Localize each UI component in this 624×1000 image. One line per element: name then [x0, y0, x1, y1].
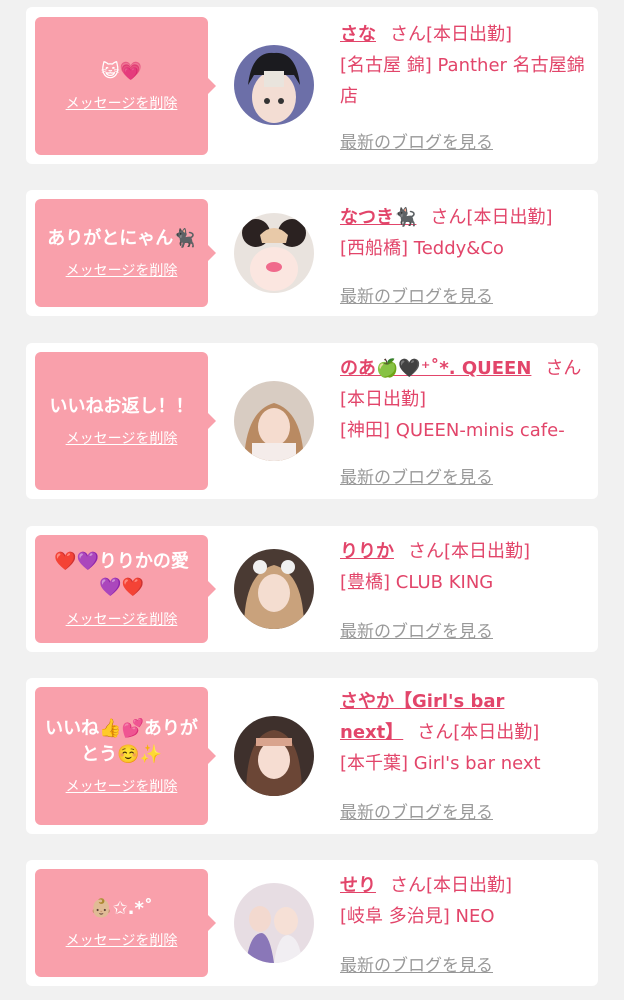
- message-bubble: ありがとにゃん🐈‍⬛ メッセージを削除: [35, 199, 216, 307]
- blog-link[interactable]: 最新のブログを見る: [340, 617, 493, 642]
- shop-text: [豊橋] CLUB KING: [340, 572, 494, 593]
- delete-message-link[interactable]: メッセージを削除: [66, 260, 178, 280]
- message-bubble: ❤️💜りりかの愛💜❤️ メッセージを削除: [35, 535, 216, 643]
- girl-name-link[interactable]: せり: [340, 875, 376, 896]
- girl-info: なつき🐈‍⬛ さん[本日出勤] [西船橋] Teddy&Co: [340, 202, 590, 264]
- message-text: ❤️💜りりかの愛💜❤️: [54, 551, 189, 598]
- shop-text: [西船橋] Teddy&Co: [340, 238, 504, 259]
- blog-link[interactable]: 最新のブログを見る: [340, 128, 493, 153]
- shop-text: [神田] QUEEN-minis cafe-: [340, 420, 565, 441]
- blog-link[interactable]: 最新のブログを見る: [340, 951, 493, 976]
- message-text: いいねお返し！！: [49, 396, 194, 417]
- status-text: さん[本日出勤]: [390, 24, 513, 45]
- girl-info: さやか【Girl's bar next】 さん[本日出勤] [本千葉] Girl'…: [340, 686, 590, 779]
- message-card: ありがとにゃん🐈‍⬛ メッセージを削除 なつき🐈‍⬛ さん[本日出勤] [西船橋]…: [26, 190, 598, 316]
- message-text: ありがとにゃん🐈‍⬛: [47, 228, 196, 249]
- girl-name-link-cont[interactable]: next】: [340, 722, 403, 743]
- message-list: 😺💗 メッセージを削除 さな さん[本日出勤] [名古屋 錦] Panther 名…: [0, 0, 624, 1000]
- message-text: 😺💗: [100, 61, 143, 82]
- message-bubble: いいねお返し！！ メッセージを削除: [35, 352, 216, 490]
- status-text: さん[本日出勤]: [390, 875, 513, 896]
- avatar[interactable]: [234, 213, 314, 293]
- girl-info: さな さん[本日出勤] [名古屋 錦] Panther 名古屋錦店: [340, 19, 590, 112]
- girl-name-link[interactable]: のあ🍏🖤⁺˚*. QUEEN: [340, 358, 531, 379]
- message-text: 👶🏼✩.*˚: [90, 898, 153, 919]
- delete-message-link[interactable]: メッセージを削除: [66, 428, 178, 448]
- message-card: いいね👍💕ありがとう☺️✨ メッセージを削除 さやか【Girl's bar ne…: [26, 678, 598, 834]
- message-bubble: 👶🏼✩.*˚ メッセージを削除: [35, 869, 216, 977]
- shop-text: [本千葉] Girl's bar next: [340, 753, 541, 774]
- girl-name-link[interactable]: なつき🐈‍⬛: [340, 207, 416, 228]
- delete-message-link[interactable]: メッセージを削除: [66, 609, 178, 629]
- message-text: いいね👍💕ありがとう☺️✨: [45, 718, 198, 765]
- girl-info: せり さん[本日出勤] [岐阜 多治見] NEO: [340, 870, 590, 932]
- blog-link[interactable]: 最新のブログを見る: [340, 282, 493, 307]
- message-card: ❤️💜りりかの愛💜❤️ メッセージを削除 りりか さん[本日出勤] [豊橋] CL…: [26, 526, 598, 652]
- avatar[interactable]: [234, 381, 314, 461]
- message-bubble: 😺💗 メッセージを削除: [35, 17, 216, 155]
- girl-name-link[interactable]: さやか【Girl's bar: [340, 691, 504, 712]
- delete-message-link[interactable]: メッセージを削除: [66, 930, 178, 950]
- girl-info: りりか さん[本日出勤] [豊橋] CLUB KING: [340, 536, 590, 598]
- status-text: さん[本日出勤]: [430, 207, 553, 228]
- blog-link[interactable]: 最新のブログを見る: [340, 463, 493, 488]
- message-card: 👶🏼✩.*˚ メッセージを削除 せり さん[本日出勤] [岐阜 多治見] NEO …: [26, 860, 598, 986]
- status-text: さん[本日出勤]: [417, 722, 540, 743]
- shop-text: [名古屋 錦] Panther 名古屋錦店: [340, 55, 585, 107]
- status-text: さん[本日出勤]: [408, 541, 531, 562]
- delete-message-link[interactable]: メッセージを削除: [66, 776, 178, 796]
- message-bubble: いいね👍💕ありがとう☺️✨ メッセージを削除: [35, 687, 216, 825]
- blog-link[interactable]: 最新のブログを見る: [340, 798, 493, 823]
- shop-text: [岐阜 多治見] NEO: [340, 906, 495, 927]
- girl-name-link[interactable]: さな: [340, 24, 376, 45]
- message-card: 😺💗 メッセージを削除 さな さん[本日出勤] [名古屋 錦] Panther 名…: [26, 7, 598, 164]
- avatar[interactable]: [234, 716, 314, 796]
- girl-info: のあ🍏🖤⁺˚*. QUEEN さん[本日出勤] [神田] QUEEN-minis …: [340, 353, 590, 446]
- girl-name-link[interactable]: りりか: [340, 541, 394, 562]
- avatar[interactable]: [234, 883, 314, 963]
- message-card: いいねお返し！！ メッセージを削除 のあ🍏🖤⁺˚*. QUEEN さん[本日出勤]…: [26, 343, 598, 499]
- avatar[interactable]: [234, 45, 314, 125]
- delete-message-link[interactable]: メッセージを削除: [66, 93, 178, 113]
- avatar[interactable]: [234, 549, 314, 629]
